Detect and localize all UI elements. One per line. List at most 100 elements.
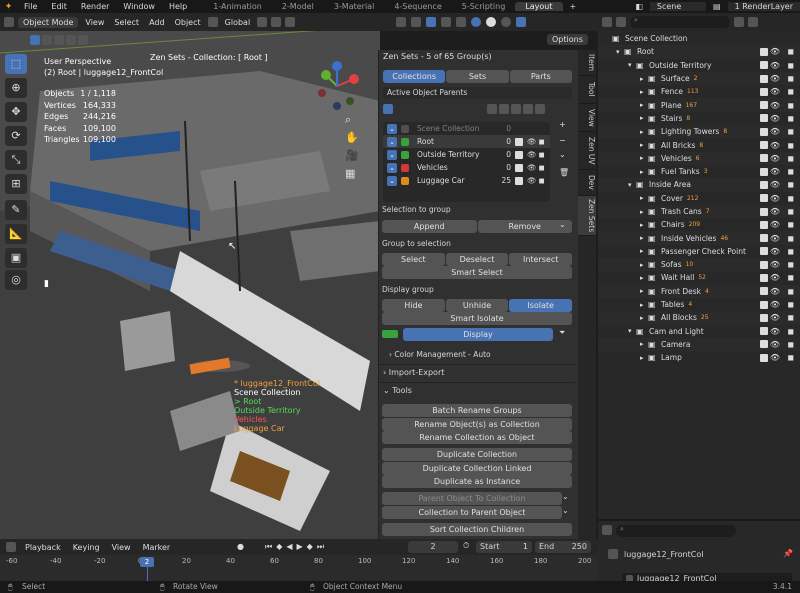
eye-icon[interactable]: 👁 <box>770 353 780 362</box>
filter-icon[interactable] <box>499 104 509 114</box>
eye-icon[interactable]: 👁 <box>527 163 537 172</box>
smart-isolate-button[interactable]: Smart Isolate <box>382 312 572 325</box>
eye-icon[interactable]: 👁 <box>770 313 780 322</box>
gizmo-icon[interactable] <box>411 17 421 27</box>
outliner-editor-icon[interactable] <box>602 17 612 27</box>
outliner-row[interactable]: ▸ ▣ Fuel Tanks 3 👁 ◼ <box>598 164 800 179</box>
exclude-checkbox[interactable] <box>760 127 768 136</box>
exclude-checkbox[interactable] <box>760 260 768 269</box>
eye-icon[interactable]: 👁 <box>770 260 780 269</box>
render-camera-icon[interactable]: ◼ <box>787 207 794 216</box>
workspace-tab[interactable]: 5-Scripting <box>452 2 516 11</box>
chevron-down-icon[interactable]: ⌄ <box>387 136 397 147</box>
display-color-swatch[interactable] <box>382 330 398 338</box>
workspace-tab-active[interactable]: Layout <box>515 2 563 11</box>
cursor-tool[interactable]: ⊕ <box>5 78 27 98</box>
intersect-button[interactable]: Intersect <box>509 253 573 266</box>
exclude-checkbox[interactable] <box>760 327 768 336</box>
next-key-icon[interactable]: ◆ <box>307 542 313 552</box>
panel-tab-tool[interactable]: Tool <box>578 76 596 104</box>
expand-arrow-icon[interactable]: ▸ <box>640 141 648 149</box>
zen-tool[interactable]: ◎ <box>5 270 27 290</box>
expand-arrow-icon[interactable]: ▸ <box>640 128 648 136</box>
outliner-row[interactable]: ▸ ▣ Passenger Check Point 👁 ◼ <box>598 244 800 259</box>
snap-icon[interactable] <box>271 17 282 27</box>
group-color-swatch[interactable] <box>401 163 409 172</box>
filter-icon[interactable] <box>511 104 521 114</box>
outliner-row[interactable]: ▸ ▣ Camera 👁 ◼ <box>598 337 800 352</box>
eye-icon[interactable]: 👁 <box>770 47 780 56</box>
render-camera-icon[interactable]: ◼ <box>787 247 794 256</box>
pivot-icon[interactable] <box>257 17 268 27</box>
eye-icon[interactable]: 👁 <box>770 234 780 243</box>
exclude-checkbox[interactable] <box>760 74 768 83</box>
expand-arrow-icon[interactable]: ▸ <box>640 234 648 242</box>
panel-tab-view[interactable]: View <box>578 104 596 132</box>
transform-tool[interactable]: ⊞ <box>5 174 27 194</box>
outliner-row[interactable]: ▸ ▣ All Bricks 8 👁 ◼ <box>598 138 800 152</box>
outliner-row[interactable]: ▸ ▣ Sofas 10 👁 ◼ <box>598 258 800 272</box>
workspace-tab[interactable]: 3-Material <box>324 2 384 11</box>
select-subtract-icon[interactable] <box>54 35 64 45</box>
panel-tab-dev[interactable]: Dev <box>578 170 596 196</box>
render-camera-icon[interactable]: ◼ <box>787 87 794 96</box>
move-tool[interactable]: ✥ <box>5 102 27 122</box>
xray-icon[interactable] <box>441 17 451 27</box>
select-intersect-icon[interactable] <box>78 35 88 45</box>
render-camera-icon[interactable]: ◼ <box>787 194 794 203</box>
add-workspace-icon[interactable]: + <box>563 2 584 11</box>
annotate-tool[interactable]: ✎ <box>5 200 27 220</box>
render-camera-icon[interactable]: ◼ <box>787 260 794 269</box>
exclude-checkbox[interactable] <box>760 273 768 282</box>
menu-window[interactable]: Window <box>116 2 162 11</box>
navigation-gizmo[interactable] <box>312 61 362 111</box>
scene-selector[interactable]: Scene <box>649 2 707 11</box>
group-checkbox[interactable] <box>515 163 523 172</box>
exclude-checkbox[interactable] <box>760 101 768 110</box>
duplicate-as-instance-button[interactable]: Duplicate as Instance <box>382 475 572 488</box>
chevron-down-icon[interactable]: ⌄ <box>387 162 397 173</box>
eye-icon[interactable]: 👁 <box>770 327 780 336</box>
group-checkbox[interactable] <box>515 137 523 146</box>
batch-rename-groups-button[interactable]: Batch Rename Groups <box>382 404 572 417</box>
visibility-icon[interactable] <box>396 17 406 27</box>
render-camera-icon[interactable]: ◼ <box>787 300 794 309</box>
render-camera-icon[interactable]: ◼ <box>787 61 794 70</box>
remove-group-icon[interactable]: − <box>559 136 566 145</box>
shading-wireframe-icon[interactable] <box>456 17 466 27</box>
append-menu-icon[interactable]: ⌄ <box>559 220 566 229</box>
add-cube-tool[interactable]: ▣ <box>5 248 27 268</box>
expand-arrow-icon[interactable]: ▸ <box>640 287 648 295</box>
group-row[interactable]: ⌄ Vehicles 0 👁 ◼ <box>383 161 550 174</box>
overlay-icon[interactable] <box>426 17 436 27</box>
group-menu-icon[interactable]: ⌄ <box>559 150 566 159</box>
exclude-checkbox[interactable] <box>760 313 768 322</box>
render-camera-icon[interactable]: ◼ <box>787 74 794 83</box>
expand-arrow-icon[interactable]: ▾ <box>628 181 636 189</box>
expand-arrow-icon[interactable]: ▸ <box>640 208 648 216</box>
playback-menu[interactable]: Playback <box>22 543 64 552</box>
jump-end-icon[interactable]: ⏭ <box>317 542 324 552</box>
camera-view-icon[interactable]: 🎥 <box>345 149 359 162</box>
playhead-indicator[interactable]: 2 <box>140 557 154 567</box>
remove-button[interactable]: Remove <box>477 220 572 233</box>
eye-icon[interactable]: 👁 <box>770 101 780 110</box>
render-camera-icon[interactable]: ◼ <box>787 234 794 243</box>
exclude-checkbox[interactable] <box>760 180 768 189</box>
workspace-tab[interactable]: 1-Animation <box>203 2 272 11</box>
zen-sets-header-icon[interactable] <box>516 17 526 27</box>
timeline-ruler[interactable]: -60-40-20020406080100120140160180200 2 <box>0 555 598 581</box>
eye-icon[interactable]: 👁 <box>770 154 780 163</box>
new-collection-icon[interactable] <box>748 17 758 27</box>
render-camera-icon[interactable]: ◼ <box>787 327 794 336</box>
filter-icon[interactable] <box>535 104 545 114</box>
zen-sets-icon[interactable] <box>383 104 393 114</box>
options-dropdown[interactable]: Options <box>547 34 588 45</box>
parents-filter-dropdown[interactable]: Active Object Parents <box>383 87 572 99</box>
keying-menu[interactable]: Keying <box>70 543 103 552</box>
outliner-row[interactable]: ▸ ▣ Trash Cans 7 👁 ◼ <box>598 204 800 219</box>
exclude-checkbox[interactable] <box>760 300 768 309</box>
exclude-checkbox[interactable] <box>760 234 768 243</box>
eye-icon[interactable]: 👁 <box>527 176 537 185</box>
jump-start-icon[interactable]: ⏮ <box>265 542 272 552</box>
